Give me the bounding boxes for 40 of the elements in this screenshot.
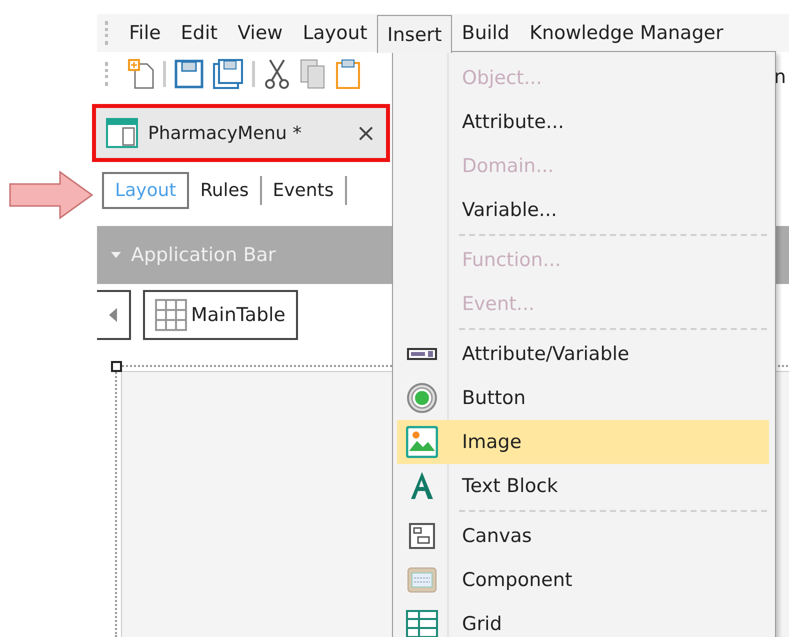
- menu-item[interactable]: Grid: [397, 602, 769, 637]
- menu-item[interactable]: Attribute/Variable: [397, 332, 769, 376]
- save-all-icon[interactable]: [212, 58, 244, 90]
- menu-item[interactable]: Button: [397, 376, 769, 420]
- menu-item[interactable]: Image: [397, 420, 769, 464]
- menu-item[interactable]: Attribute...: [397, 100, 769, 144]
- breadcrumb-button[interactable]: MainTable: [143, 290, 298, 340]
- image-icon: [406, 426, 438, 458]
- window-icon: [106, 118, 138, 148]
- paste-icon[interactable]: [335, 58, 361, 90]
- document-tab[interactable]: PharmacyMenu * ×: [92, 104, 390, 162]
- panel-icon: [407, 567, 437, 593]
- menu-title[interactable]: Edit: [170, 18, 228, 48]
- field-icon: [407, 347, 437, 361]
- radio-button-icon: [406, 382, 438, 414]
- menu-title[interactable]: Knowledge Manager: [519, 18, 734, 48]
- menu-item[interactable]: Component: [397, 558, 769, 602]
- new-file-icon[interactable]: [127, 58, 155, 90]
- cut-icon[interactable]: [263, 58, 291, 90]
- menu-title[interactable]: Layout: [292, 18, 378, 48]
- menu-item[interactable]: Variable...: [397, 188, 769, 232]
- menu-item[interactable]: Canvas: [397, 514, 769, 558]
- copy-icon[interactable]: [299, 58, 327, 90]
- back-button[interactable]: [97, 290, 131, 340]
- caret-icon: [109, 308, 117, 322]
- caret-icon: [111, 252, 121, 258]
- table-icon: [155, 299, 187, 331]
- close-button[interactable]: ×: [356, 119, 376, 147]
- canvas-icon: [408, 522, 436, 550]
- menu-item[interactable]: Text Block: [397, 464, 769, 508]
- menu-title[interactable]: View: [228, 18, 293, 48]
- menu-title[interactable]: Insert: [377, 15, 452, 53]
- arrow-icon: [8, 170, 94, 220]
- resize-handle[interactable]: [111, 361, 122, 372]
- menu-title[interactable]: Build: [452, 18, 520, 48]
- section-title: Application Bar: [131, 244, 276, 266]
- document-title: PharmacyMenu *: [148, 122, 303, 144]
- save-icon[interactable]: [174, 59, 204, 89]
- letter-icon: [408, 471, 436, 501]
- menu-title[interactable]: File: [119, 18, 171, 48]
